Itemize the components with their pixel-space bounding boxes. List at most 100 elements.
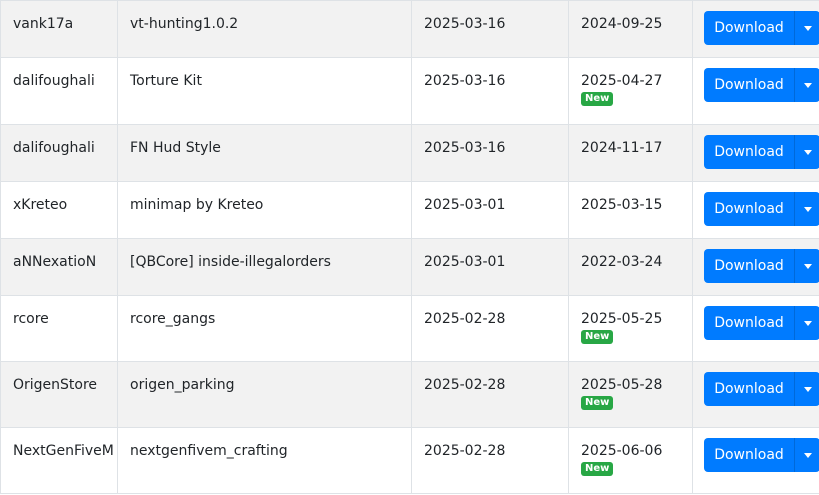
actions-cell: Download: [692, 361, 819, 428]
author-text[interactable]: dalifoughali: [13, 140, 95, 156]
table-row: NextGenFiveM nextgenfivem_crafting 2025-…: [0, 427, 819, 494]
download-dropdown-toggle[interactable]: [794, 135, 819, 169]
download-button-group: Download: [704, 68, 819, 102]
actions-cell: Download: [692, 427, 819, 494]
new-badge: New: [581, 462, 614, 476]
updated-date: 2025-06-06: [581, 443, 663, 459]
download-button[interactable]: Download: [704, 135, 794, 169]
download-button[interactable]: Download: [704, 306, 794, 340]
download-dropdown-toggle[interactable]: [794, 68, 819, 102]
table-row: xKreteo minimap by Kreteo 2025-03-01 202…: [0, 181, 819, 239]
author-text[interactable]: xKreteo: [13, 197, 67, 213]
caret-down-icon: [803, 82, 812, 88]
actions-cell: Download: [692, 57, 819, 125]
updated-date-cell: 2025-06-06 New: [568, 427, 693, 494]
caret-down-icon: [803, 320, 812, 326]
author-cell: dalifoughali: [0, 57, 118, 125]
caret-down-icon: [803, 206, 812, 212]
added-date-cell: 2025-02-28: [411, 361, 569, 428]
download-button-group: Download: [704, 306, 819, 340]
resource-name[interactable]: nextgenfivem_crafting: [130, 443, 288, 459]
updated-date: 2024-09-25: [581, 16, 663, 32]
name-cell: vt-hunting1.0.2: [117, 0, 412, 58]
download-button-group: Download: [704, 249, 819, 283]
added-date-cell: 2025-03-01: [411, 238, 569, 296]
resources-table-body: vank17a vt-hunting1.0.2 2025-03-16 2024-…: [0, 0, 819, 494]
download-dropdown-toggle[interactable]: [794, 306, 819, 340]
resource-name[interactable]: Torture Kit: [130, 73, 202, 89]
resources-table: vank17a vt-hunting1.0.2 2025-03-16 2024-…: [0, 0, 819, 494]
author-text[interactable]: aNNexatioN: [13, 254, 96, 270]
download-button[interactable]: Download: [704, 68, 794, 102]
author-text[interactable]: rcore: [13, 311, 49, 327]
new-badge: New: [581, 396, 614, 410]
author-cell: xKreteo: [0, 181, 118, 239]
added-date: 2025-03-16: [424, 16, 506, 32]
download-button-group: Download: [704, 11, 819, 45]
added-date-cell: 2025-02-28: [411, 295, 569, 362]
added-date: 2025-02-28: [424, 311, 506, 327]
author-text[interactable]: vank17a: [13, 16, 73, 32]
download-button[interactable]: Download: [704, 372, 794, 406]
actions-cell: Download: [692, 0, 819, 58]
author-cell: OrigenStore: [0, 361, 118, 428]
author-text[interactable]: dalifoughali: [13, 73, 95, 89]
author-text[interactable]: NextGenFiveM: [13, 443, 114, 459]
download-dropdown-toggle[interactable]: [794, 438, 819, 472]
updated-date-cell: 2024-11-17: [568, 124, 693, 182]
updated-date: 2025-04-27: [581, 73, 663, 89]
resource-name[interactable]: rcore_gangs: [130, 311, 215, 327]
table-row: dalifoughali FN Hud Style 2025-03-16 202…: [0, 124, 819, 182]
actions-cell: Download: [692, 295, 819, 362]
added-date: 2025-02-28: [424, 377, 506, 393]
download-dropdown-toggle[interactable]: [794, 192, 819, 226]
download-button[interactable]: Download: [704, 11, 794, 45]
resource-name[interactable]: FN Hud Style: [130, 140, 221, 156]
author-text[interactable]: OrigenStore: [13, 377, 97, 393]
added-date-cell: 2025-03-16: [411, 0, 569, 58]
table-row: OrigenStore origen_parking 2025-02-28 20…: [0, 361, 819, 428]
download-button[interactable]: Download: [704, 249, 794, 283]
download-dropdown-toggle[interactable]: [794, 11, 819, 45]
table-row: rcore rcore_gangs 2025-02-28 2025-05-25 …: [0, 295, 819, 362]
updated-date: 2024-11-17: [581, 140, 663, 156]
caret-down-icon: [803, 149, 812, 155]
resource-name[interactable]: origen_parking: [130, 377, 235, 393]
download-button[interactable]: Download: [704, 438, 794, 472]
actions-cell: Download: [692, 124, 819, 182]
added-date-cell: 2025-03-01: [411, 181, 569, 239]
added-date: 2025-03-16: [424, 73, 506, 89]
updated-date-cell: 2025-05-28 New: [568, 361, 693, 428]
author-cell: NextGenFiveM: [0, 427, 118, 494]
new-badge: New: [581, 92, 614, 106]
caret-down-icon: [803, 263, 812, 269]
name-cell: [QBCore] inside-illegalorders: [117, 238, 412, 296]
download-dropdown-toggle[interactable]: [794, 372, 819, 406]
added-date: 2025-03-16: [424, 140, 506, 156]
resource-name[interactable]: vt-hunting1.0.2: [130, 16, 238, 32]
updated-date-cell: 2024-09-25: [568, 0, 693, 58]
download-dropdown-toggle[interactable]: [794, 249, 819, 283]
table-row: dalifoughali Torture Kit 2025-03-16 2025…: [0, 57, 819, 125]
updated-date: 2022-03-24: [581, 254, 663, 270]
added-date-cell: 2025-03-16: [411, 124, 569, 182]
name-cell: FN Hud Style: [117, 124, 412, 182]
caret-down-icon: [803, 386, 812, 392]
download-button-group: Download: [704, 372, 819, 406]
updated-date-cell: 2025-03-15: [568, 181, 693, 239]
download-button-group: Download: [704, 438, 819, 472]
download-button[interactable]: Download: [704, 192, 794, 226]
name-cell: minimap by Kreteo: [117, 181, 412, 239]
resource-name[interactable]: minimap by Kreteo: [130, 197, 263, 213]
name-cell: rcore_gangs: [117, 295, 412, 362]
author-cell: dalifoughali: [0, 124, 118, 182]
name-cell: origen_parking: [117, 361, 412, 428]
resource-name[interactable]: [QBCore] inside-illegalorders: [130, 254, 331, 270]
updated-date: 2025-03-15: [581, 197, 663, 213]
added-date: 2025-03-01: [424, 254, 506, 270]
author-cell: vank17a: [0, 0, 118, 58]
author-cell: aNNexatioN: [0, 238, 118, 296]
updated-date: 2025-05-25: [581, 311, 663, 327]
actions-cell: Download: [692, 238, 819, 296]
table-row: vank17a vt-hunting1.0.2 2025-03-16 2024-…: [0, 0, 819, 58]
